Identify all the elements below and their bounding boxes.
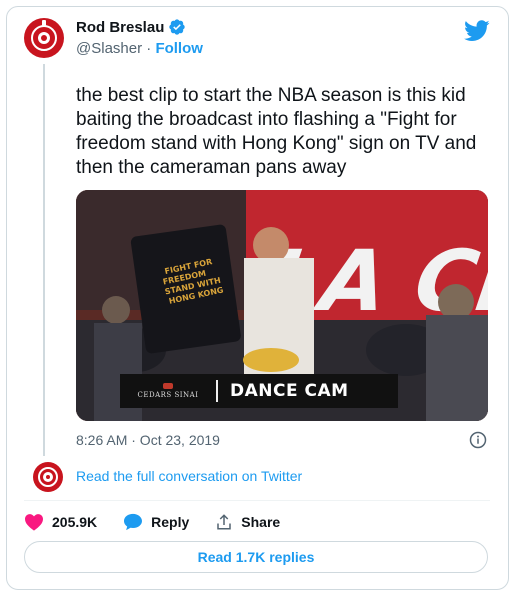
dance-cam-overlay: CEDARS SINAI DANCE CAM — [120, 374, 398, 408]
read-full-conversation-link[interactable]: Read the full conversation on Twitter — [76, 468, 302, 484]
twitter-bird-icon[interactable] — [464, 20, 490, 42]
author-name[interactable]: Rod Breslau — [76, 19, 164, 36]
follow-link[interactable]: Follow — [155, 40, 203, 57]
author-handle[interactable]: @Slasher — [76, 40, 142, 57]
thread-line — [43, 64, 45, 456]
verified-badge-icon — [169, 19, 186, 35]
like-count: 205.9K — [52, 514, 98, 530]
reply-button[interactable]: Reply — [123, 513, 189, 531]
read-replies-button[interactable]: Read 1.7K replies — [24, 541, 488, 573]
author-avatar[interactable] — [24, 18, 64, 58]
handle-separator: · — [146, 40, 152, 57]
tweet-timestamp[interactable]: 8:26 AM · Oct 23, 2019 — [76, 432, 220, 448]
share-button[interactable]: Share — [215, 513, 280, 531]
sponsor-text: CEDARS SINAI — [137, 391, 199, 399]
like-button[interactable]: 205.9K — [24, 513, 97, 531]
conversation-avatar — [33, 462, 63, 492]
author-handle-row: @Slasher · Follow — [76, 40, 203, 57]
speech-bubble-icon — [124, 513, 143, 531]
share-label: Share — [241, 514, 281, 530]
reply-label: Reply — [151, 514, 190, 530]
actions-divider — [24, 500, 490, 501]
dance-cam-label: DANCE CAM — [230, 381, 349, 401]
sponsor-logo: CEDARS SINAI — [120, 383, 216, 399]
tweet-text: the best clip to start the NBA season is… — [76, 85, 477, 178]
heart-icon — [25, 514, 43, 531]
tweet-video[interactable]: LA CLIP FIGHT FOR FREEDOM STAND WITH HON… — [76, 190, 488, 421]
author-name-row[interactable]: Rod Breslau — [76, 18, 186, 36]
action-bar: 205.9K Reply Share — [24, 512, 306, 532]
share-upload-icon — [217, 514, 232, 530]
info-icon[interactable] — [469, 431, 487, 449]
